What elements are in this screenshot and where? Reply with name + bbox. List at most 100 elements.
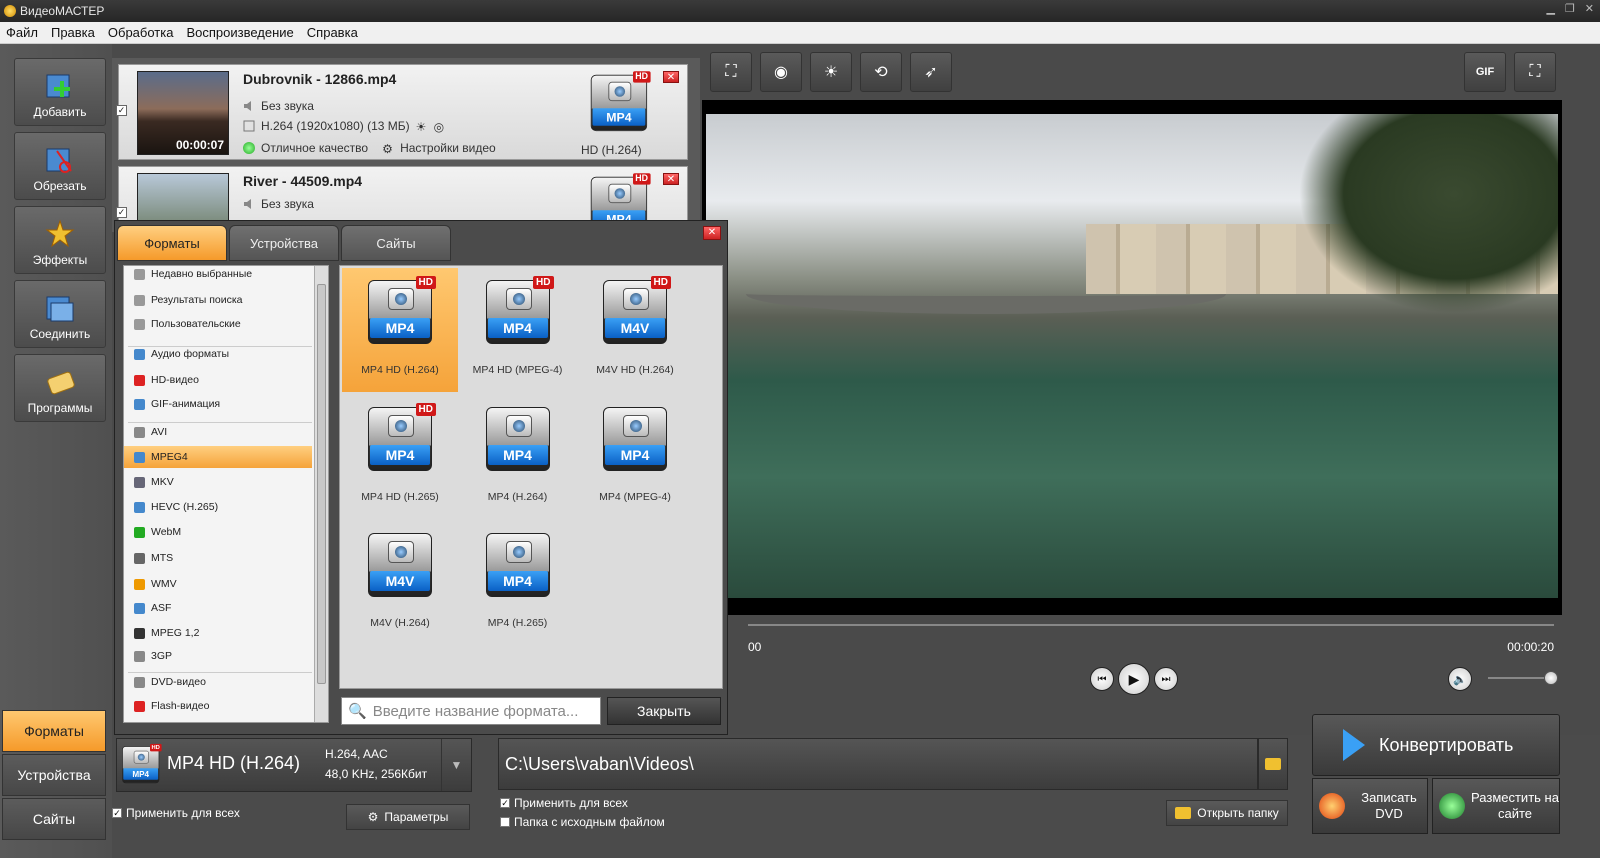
category-item[interactable]: WMV bbox=[124, 573, 312, 595]
selected-format-box[interactable]: MP4 HD MP4 HD (H.264) H.264, AAC 48,0 KH… bbox=[116, 738, 472, 792]
gif-button[interactable]: GIF bbox=[1464, 52, 1506, 92]
menu-help[interactable]: Справка bbox=[307, 25, 358, 40]
dialog-tab-formats[interactable]: Форматы bbox=[117, 225, 227, 261]
convert-button[interactable]: Конвертировать bbox=[1312, 714, 1560, 776]
category-item[interactable]: ASF bbox=[124, 597, 312, 619]
speed-icon[interactable]: ➶ bbox=[910, 52, 952, 92]
scrollbar-thumb[interactable] bbox=[317, 284, 326, 684]
tab-devices[interactable]: Устройства bbox=[2, 754, 106, 796]
time-start: 00 bbox=[748, 640, 762, 654]
close-window-icon[interactable]: ✕ bbox=[1585, 2, 1594, 15]
category-item[interactable]: Недавно выбранные bbox=[124, 266, 312, 285]
trim-button[interactable]: Обрезать bbox=[14, 132, 106, 200]
programs-button[interactable]: Программы bbox=[14, 354, 106, 422]
restore-icon[interactable]: ❐ bbox=[1565, 2, 1575, 15]
format-option[interactable]: M4V HD M4V HD (H.264) bbox=[577, 268, 693, 392]
tab-sites[interactable]: Сайты bbox=[2, 798, 106, 840]
category-scrollbar[interactable] bbox=[314, 266, 328, 722]
speaker-icon bbox=[243, 198, 255, 210]
category-label: Аудио форматы bbox=[151, 348, 230, 360]
format-option[interactable]: MP4 HD MP4 HD (H.264) bbox=[342, 268, 458, 392]
category-item[interactable]: MKV bbox=[124, 471, 312, 493]
category-item[interactable]: HEVC (H.265) bbox=[124, 496, 312, 518]
category-item[interactable]: Flash-видео bbox=[124, 695, 312, 717]
stabilize-icon[interactable]: ◉ bbox=[760, 52, 802, 92]
category-item[interactable]: HD-видео bbox=[124, 369, 312, 391]
dialog-tab-sites[interactable]: Сайты bbox=[341, 225, 451, 261]
source-folder-checkbox[interactable]: Папка с исходным файлом bbox=[500, 815, 665, 829]
category-label: Результаты поиска bbox=[151, 294, 243, 306]
menu-playback[interactable]: Воспроизведение bbox=[186, 25, 293, 40]
brightness-icon[interactable]: ☀ bbox=[810, 52, 852, 92]
file-item[interactable]: ✓ 00:00:07 Dubrovnik - 12866.mp4 Без зву… bbox=[116, 64, 688, 160]
checkbox-box[interactable]: ✓ bbox=[500, 798, 510, 808]
category-icon bbox=[134, 700, 145, 712]
effects-button[interactable]: Эффекты bbox=[14, 206, 106, 274]
file-format-badge[interactable]: MP4 HD bbox=[589, 71, 651, 133]
burn-dvd-button[interactable]: Записать DVD bbox=[1312, 778, 1428, 834]
gear-icon[interactable]: ⚙ bbox=[382, 142, 394, 156]
next-icon[interactable]: ⏭ bbox=[1154, 667, 1178, 691]
crop-icon[interactable]: ⛶ bbox=[710, 52, 752, 92]
apply-all-left-checkbox[interactable]: ✓ Применить для всех bbox=[112, 806, 240, 820]
dvd-disc-icon bbox=[1319, 793, 1345, 819]
category-item[interactable]: GIF-анимация bbox=[124, 393, 312, 415]
fullscreen-icon[interactable]: ⛶ bbox=[1514, 52, 1556, 92]
apply-all-right-checkbox[interactable]: ✓ Применить для всех bbox=[500, 796, 628, 810]
format-option[interactable]: MP4 MP4 (MPEG-4) bbox=[577, 395, 693, 519]
convert-play-icon bbox=[1343, 729, 1365, 761]
volume-knob[interactable] bbox=[1544, 671, 1558, 685]
menu-edit[interactable]: Правка bbox=[51, 25, 95, 40]
checkbox-box[interactable] bbox=[500, 817, 510, 827]
join-button[interactable]: Соединить bbox=[14, 280, 106, 348]
remove-file-button[interactable]: ✕ bbox=[663, 71, 679, 83]
apply-all-right-label: Применить для всех bbox=[514, 796, 628, 810]
video-preview[interactable] bbox=[702, 100, 1562, 615]
category-item[interactable]: Аудио форматы bbox=[124, 343, 312, 365]
scissors-icon bbox=[43, 145, 77, 175]
category-item[interactable]: MPEG4 bbox=[124, 446, 312, 468]
menu-process[interactable]: Обработка bbox=[108, 25, 174, 40]
category-item[interactable]: Пользовательские bbox=[124, 313, 312, 335]
minimize-icon[interactable]: ▁ bbox=[1546, 2, 1554, 15]
dialog-tab-devices[interactable]: Устройства bbox=[229, 225, 339, 261]
format-option[interactable]: MP4 MP4 (H.264) bbox=[460, 395, 576, 519]
volume-icon[interactable]: 🔈 bbox=[1448, 667, 1472, 691]
parameters-button[interactable]: ⚙ Параметры bbox=[346, 804, 470, 830]
file-checkbox[interactable]: ✓ bbox=[116, 105, 127, 116]
video-settings-link[interactable]: Настройки видео bbox=[400, 141, 496, 155]
rotate-icon[interactable]: ⟲ bbox=[860, 52, 902, 92]
play-icon[interactable]: ▶ bbox=[1118, 663, 1150, 695]
dialog-close-icon[interactable]: ✕ bbox=[703, 226, 721, 240]
category-item[interactable]: Результаты поиска bbox=[124, 289, 312, 311]
timeline-track[interactable] bbox=[748, 624, 1554, 626]
category-item[interactable]: WebM bbox=[124, 521, 312, 543]
tab-formats[interactable]: Форматы bbox=[2, 710, 106, 752]
brightness-small-icon[interactable]: ☀ bbox=[416, 120, 428, 134]
previous-icon[interactable]: ⏮ bbox=[1090, 667, 1114, 691]
format-option[interactable]: M4V M4V (H.264) bbox=[342, 521, 458, 645]
category-item[interactable]: DVD-видео bbox=[124, 671, 312, 693]
open-folder-button[interactable]: Открыть папку bbox=[1166, 800, 1288, 826]
chevron-down-icon[interactable]: ▼ bbox=[441, 739, 471, 791]
add-button[interactable]: Добавить bbox=[14, 58, 106, 126]
category-item[interactable]: 3GP bbox=[124, 645, 312, 667]
output-path-field[interactable]: C:\Users\vaban\Videos\ bbox=[498, 738, 1258, 790]
format-option[interactable]: MP4 MP4 (H.265) bbox=[460, 521, 576, 645]
category-item[interactable]: AVI bbox=[124, 421, 312, 443]
file-checkbox[interactable]: ✓ bbox=[116, 207, 127, 218]
stabilize-small-icon[interactable]: ◎ bbox=[434, 120, 446, 134]
menu-file[interactable]: Файл bbox=[6, 25, 38, 40]
browse-folder-button[interactable] bbox=[1258, 738, 1288, 790]
format-option[interactable]: MP4 HD MP4 HD (MPEG-4) bbox=[460, 268, 576, 392]
volume-track[interactable] bbox=[1488, 677, 1550, 679]
publish-web-button[interactable]: Разместить на сайте bbox=[1432, 778, 1560, 834]
format-option[interactable]: MP4 HD MP4 HD (H.265) bbox=[342, 395, 458, 519]
category-item[interactable]: MPEG 1,2 bbox=[124, 622, 312, 644]
dialog-close-button[interactable]: Закрыть bbox=[607, 697, 721, 725]
checkbox-box[interactable]: ✓ bbox=[112, 808, 122, 818]
format-search-input[interactable]: 🔍 Введите название формата... bbox=[341, 697, 601, 725]
category-item[interactable]: MTS bbox=[124, 547, 312, 569]
remove-file-button[interactable]: ✕ bbox=[663, 173, 679, 185]
category-icon bbox=[134, 476, 145, 488]
